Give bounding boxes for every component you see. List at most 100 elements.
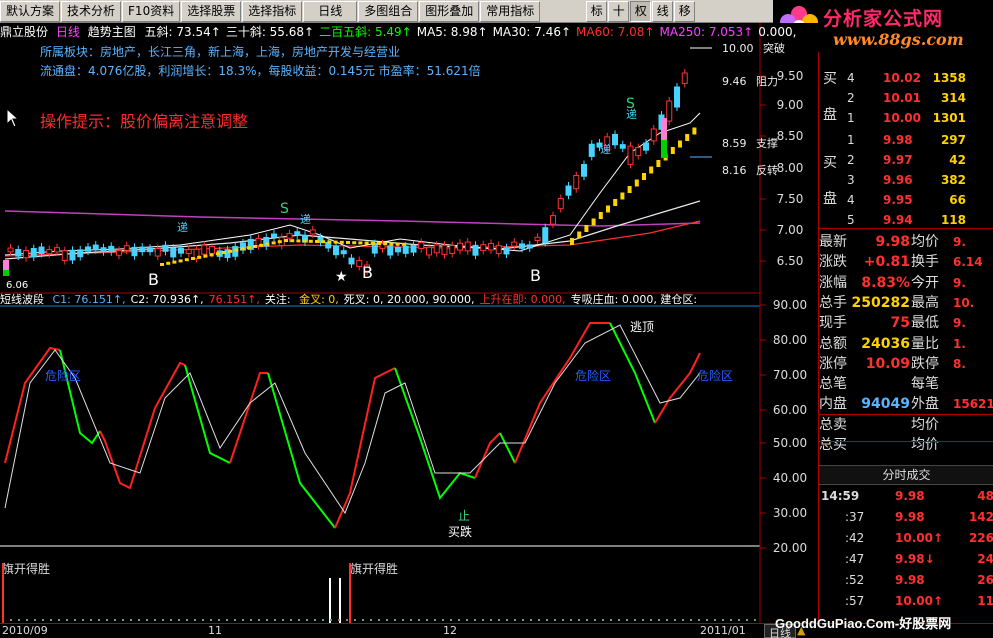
baseline-dot	[546, 619, 548, 621]
select-stock-button[interactable]: 选择股票	[181, 0, 242, 22]
quote-panel: 4 10.02 1358 2 10.01 314 1 10.00 1301 买盘 买盘 1 9.9…	[818, 52, 993, 638]
divider	[819, 441, 993, 442]
main-chart-area[interactable]: 9.50 9.00 8.50 8.00 7.50 7.00 6.50 90.00 80.00 70…	[0, 23, 818, 623]
baseline-dot	[266, 619, 268, 621]
overlay-button[interactable]: 图形叠加	[419, 0, 480, 22]
trend-dot	[296, 239, 301, 243]
trend-dot	[259, 243, 264, 247]
trend-dot	[327, 240, 332, 244]
baseline-dot	[218, 619, 220, 621]
baseline-dot	[746, 619, 748, 621]
trend-dot	[321, 240, 326, 244]
stat-label: 外盘	[911, 396, 939, 413]
watermark: GooddGuPiao.Com-好股票网	[775, 616, 952, 631]
quote-level: 2	[847, 153, 855, 167]
candle-body	[271, 233, 277, 238]
quote-price: 9.97	[883, 153, 913, 167]
tick-row: :42 10.00↑ 226	[819, 528, 993, 549]
trend-dot	[222, 251, 226, 254]
trend-dot	[265, 242, 270, 246]
quote-level: 4	[847, 193, 855, 207]
baseline-dot	[682, 619, 684, 621]
baseline-dot	[698, 619, 700, 621]
operation-hint: 操作提示：股价偏离注意调整	[40, 112, 249, 131]
baseline-dot	[538, 619, 540, 621]
candle-body	[356, 260, 363, 267]
level-price: 8.16	[722, 164, 750, 177]
stat-value: 9.	[953, 235, 966, 249]
baseline-dot	[298, 619, 300, 621]
baseline-dot	[458, 619, 460, 621]
osc-green	[499, 432, 516, 464]
quote-volume: 314	[940, 91, 966, 105]
price-axis-label: 9.00	[777, 98, 804, 112]
stat-value: 75	[890, 315, 910, 332]
signal-candle	[3, 260, 9, 270]
trend-dot	[277, 240, 282, 244]
candle-body	[418, 242, 425, 250]
ticks-header[interactable]: 分时成交	[819, 465, 993, 485]
select-indicator-button[interactable]: 选择指标	[242, 0, 303, 22]
stat-value: +0.81	[863, 254, 910, 271]
baseline-dot	[154, 619, 156, 621]
osc-red	[654, 352, 701, 424]
trend-dot	[203, 254, 208, 258]
trend-bar	[670, 147, 675, 154]
crosshair-icon[interactable]: 十	[608, 0, 630, 22]
baseline-dot	[210, 619, 212, 621]
stat-label: 总卖	[819, 416, 847, 433]
scheme-menu-button[interactable]: 默认方案	[0, 0, 61, 22]
tick-price: 9.98	[895, 510, 925, 524]
stop-label: 止	[458, 509, 470, 523]
buy-marker: B	[148, 270, 159, 289]
candle-body	[23, 250, 29, 259]
baseline-dot	[562, 619, 564, 621]
move-icon[interactable]: 移	[674, 0, 696, 22]
price-axis-label: 7.50	[777, 192, 804, 206]
indicator-legend-item: 金叉: 0,	[299, 293, 339, 306]
trend-dot	[172, 260, 177, 264]
trend-dot	[240, 247, 245, 251]
candle-body	[294, 231, 301, 236]
candle-body	[162, 244, 169, 252]
quote-volume: 118	[940, 213, 966, 227]
stat-label: 均价	[911, 234, 939, 250]
adjust-rights-icon[interactable]: 权	[630, 0, 652, 22]
candle-body	[433, 244, 440, 254]
tick-volume: 26	[977, 573, 993, 587]
baseline-dot	[394, 619, 396, 621]
buy-marker: B	[362, 263, 373, 282]
candle-body	[131, 246, 138, 257]
tech-analysis-button[interactable]: 技术分析	[61, 0, 122, 22]
indicator-axis-label: 30.00	[773, 506, 807, 520]
trend-dot	[215, 252, 220, 256]
trend-dot	[160, 263, 164, 266]
baseline-dot	[554, 619, 556, 621]
baseline-dot	[98, 619, 100, 621]
stat-label: 每笔	[911, 376, 939, 393]
common-indicator-button[interactable]: 常用指标	[480, 0, 541, 22]
period-button[interactable]: 日线	[303, 0, 358, 22]
tick-row: :37 9.98 142	[819, 507, 993, 528]
stat-label: 总笔	[819, 376, 847, 393]
candle-body	[123, 245, 130, 251]
candle-body	[69, 249, 76, 261]
quote-volume: 297	[940, 133, 966, 147]
indicator-axis-label: 90.00	[773, 298, 807, 312]
trend-dot	[191, 257, 195, 260]
indicator-axis-label: 20.00	[773, 541, 807, 555]
up-marker: 递	[600, 142, 611, 156]
candle-body	[480, 244, 487, 251]
trend-bar	[656, 160, 661, 167]
osc-red	[4, 346, 61, 464]
trend-dot	[271, 241, 276, 245]
drawline-icon[interactable]: 线	[652, 0, 674, 22]
baseline-dot	[706, 619, 708, 621]
candle-body	[674, 86, 680, 108]
multi-chart-button[interactable]: 多图组合	[358, 0, 419, 22]
baseline-dot	[274, 619, 276, 621]
candle-body	[503, 247, 510, 255]
mark-icon[interactable]: 标	[586, 0, 608, 22]
f10-button[interactable]: F10资料	[122, 0, 181, 22]
level-name: 阻力	[756, 75, 778, 88]
